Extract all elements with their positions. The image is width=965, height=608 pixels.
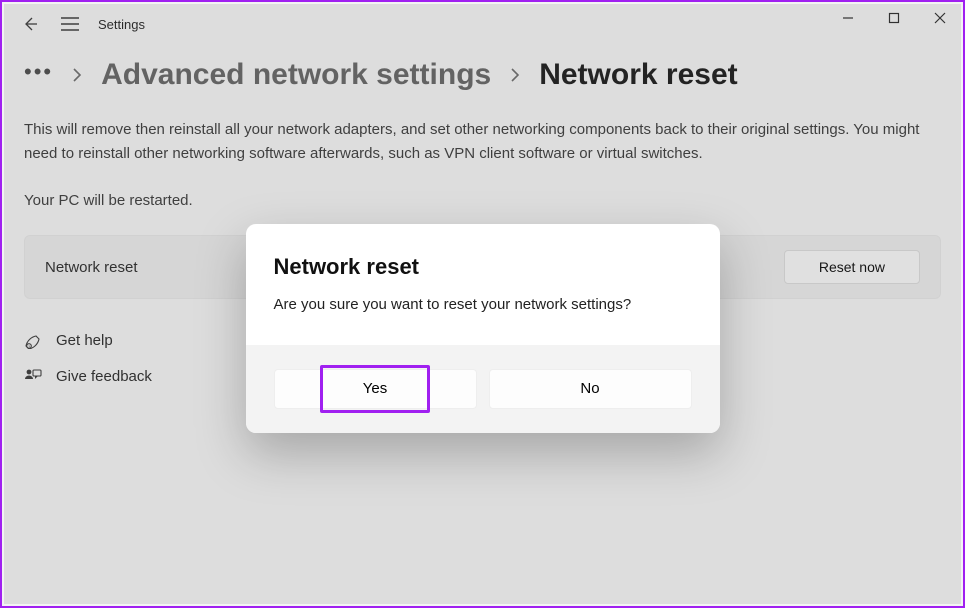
dialog-message: Are you sure you want to reset your netw… — [274, 296, 692, 313]
dialog-title: Network reset — [274, 254, 692, 280]
modal-scrim: Network reset Are you sure you want to r… — [4, 4, 961, 604]
dialog-yes-button[interactable]: Yes — [274, 369, 477, 409]
dialog-no-label: No — [580, 380, 599, 397]
confirm-dialog: Network reset Are you sure you want to r… — [246, 224, 720, 433]
dialog-yes-label: Yes — [363, 380, 387, 397]
dialog-no-button[interactable]: No — [489, 369, 692, 409]
